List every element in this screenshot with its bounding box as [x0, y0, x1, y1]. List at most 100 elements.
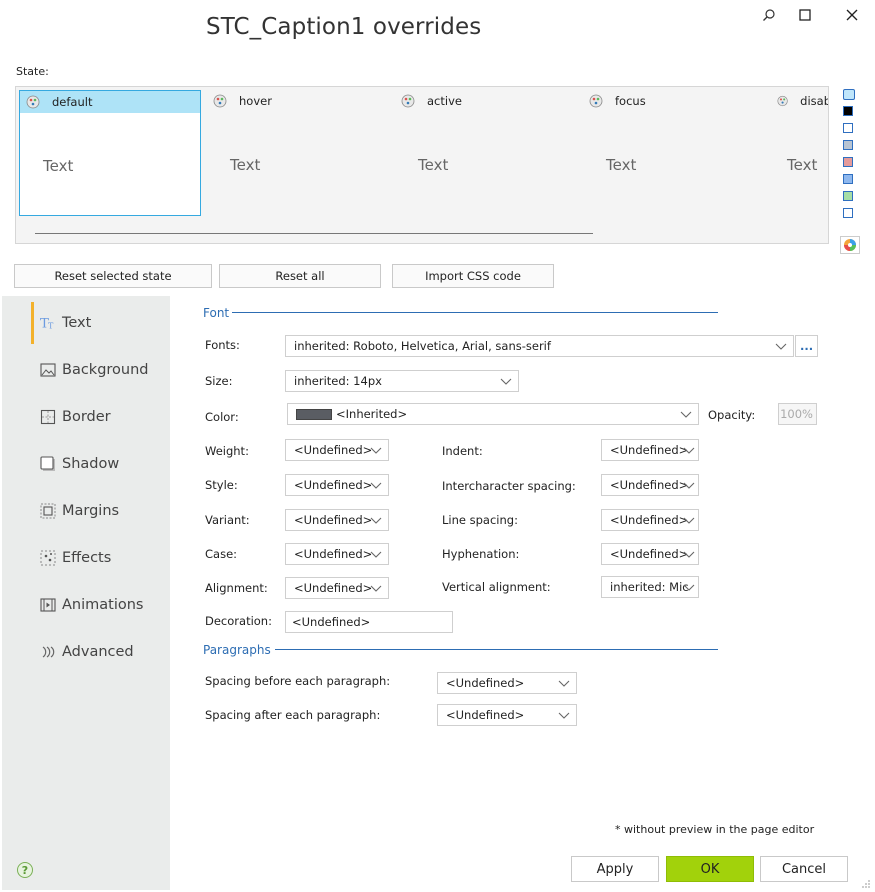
chevron-down-icon [370, 585, 382, 592]
sidebar-item-text[interactable]: TT Text [40, 315, 91, 331]
palette-icon [589, 94, 603, 108]
svg-text:T: T [48, 321, 54, 330]
chevron-down-icon [370, 551, 382, 558]
chevron-down-icon [680, 411, 692, 418]
state-list: default Text hover Text active Text focu… [15, 86, 829, 244]
weight-label: Weight: [205, 444, 249, 458]
shadow-icon [40, 456, 56, 472]
reset-selected-state-button[interactable]: Reset selected state [14, 264, 212, 288]
variant-label: Variant: [205, 513, 250, 527]
section-font-title: Font [203, 306, 230, 320]
reset-all-button[interactable]: Reset all [219, 264, 381, 288]
line-spacing-dropdown[interactable]: <Undefined> [601, 509, 699, 531]
sidebar: TT Text Background Border Shadow Margins… [2, 296, 170, 890]
section-font-divider [232, 312, 718, 313]
horizontal-scrollbar[interactable] [35, 233, 593, 234]
sidebar-item-background[interactable]: Background [40, 362, 149, 378]
ok-button[interactable]: OK [666, 856, 754, 882]
sidebar-item-label: Border [62, 409, 111, 425]
sidebar-item-label: Advanced [62, 644, 134, 660]
state-card-disabled[interactable]: disab Text [771, 90, 829, 216]
hyphenation-dropdown[interactable]: <Undefined> [601, 543, 699, 565]
size-value: inherited: 14px [294, 374, 382, 388]
section-paragraphs-divider [275, 649, 718, 650]
chevron-down-icon [775, 343, 787, 350]
swatch-red[interactable] [843, 157, 853, 167]
sidebar-item-label: Animations [62, 597, 144, 613]
state-sample-text: Text [787, 156, 818, 174]
state-card-focus[interactable]: focus Text [583, 90, 765, 216]
sidebar-item-shadow[interactable]: Shadow [40, 456, 119, 472]
color-swatch [296, 408, 332, 420]
state-sample-text: Text [606, 156, 637, 174]
chevron-down-icon [683, 584, 695, 591]
spacing-before-dropdown[interactable]: <Undefined> [437, 672, 577, 694]
apply-button[interactable]: Apply [571, 856, 659, 882]
vertical-alignment-dropdown[interactable]: inherited: Mic [601, 576, 699, 598]
opacity-input[interactable]: 100% [778, 403, 817, 425]
sidebar-item-effects[interactable]: Effects [40, 550, 111, 566]
chevron-down-icon [683, 551, 695, 558]
hyphenation-value: <Undefined> [610, 547, 689, 561]
vertical-alignment-label: Vertical alignment: [442, 580, 551, 594]
opacity-label: Opacity: [708, 408, 756, 422]
sidebar-item-label: Margins [62, 503, 120, 519]
weight-dropdown[interactable]: <Undefined> [285, 439, 389, 461]
color-dropdown[interactable]: <Inherited> [287, 403, 699, 425]
hyphenation-label: Hyphenation: [442, 547, 520, 561]
close-icon[interactable] [839, 2, 865, 28]
fonts-more-button[interactable]: ... [795, 335, 818, 357]
size-label: Size: [205, 374, 233, 388]
sidebar-item-margins[interactable]: Margins [40, 503, 119, 519]
chevron-down-icon [370, 517, 382, 524]
alignment-value: <Undefined> [294, 581, 373, 595]
style-value: <Undefined> [294, 478, 373, 492]
style-dropdown[interactable]: <Undefined> [285, 474, 389, 496]
swatch-green[interactable] [843, 191, 853, 201]
cancel-button[interactable]: Cancel [760, 856, 848, 882]
resize-grip-icon[interactable] [861, 878, 871, 888]
swatch-gray[interactable] [843, 140, 853, 150]
swatch-selected[interactable] [843, 89, 855, 100]
sidebar-item-label: Shadow [62, 456, 120, 472]
state-sample-text: Text [230, 156, 261, 174]
state-name: disab [800, 94, 829, 108]
fonts-dropdown[interactable]: inherited: Roboto, Helvetica, Arial, san… [285, 335, 794, 357]
state-card-hover[interactable]: hover Text [207, 90, 389, 216]
palette-icon [213, 94, 227, 108]
sidebar-item-animations[interactable]: Animations [40, 597, 143, 613]
spacing-after-value: <Undefined> [446, 708, 525, 722]
state-card-default[interactable]: default Text [19, 90, 201, 216]
window-title: STC_Caption1 overrides [206, 14, 482, 40]
size-dropdown[interactable]: inherited: 14px [285, 370, 519, 392]
sidebar-item-advanced[interactable]: Advanced [40, 644, 134, 660]
variant-value: <Undefined> [294, 513, 373, 527]
intercharacter-spacing-dropdown[interactable]: <Undefined> [601, 474, 699, 496]
import-css-button[interactable]: Import CSS code [392, 264, 554, 288]
swatch-black[interactable] [843, 106, 853, 116]
color-wheel-icon[interactable] [840, 236, 860, 254]
search-icon[interactable] [756, 2, 782, 28]
maximize-icon[interactable] [792, 2, 818, 28]
image-icon [40, 362, 56, 378]
alignment-dropdown[interactable]: <Undefined> [285, 577, 389, 599]
sidebar-item-label: Background [62, 362, 149, 378]
spacing-after-label: Spacing after each paragraph: [205, 708, 381, 722]
variant-dropdown[interactable]: <Undefined> [285, 509, 389, 531]
border-icon [40, 409, 56, 425]
swatch-empty[interactable] [843, 208, 853, 218]
state-card-active[interactable]: active Text [395, 90, 577, 216]
case-dropdown[interactable]: <Undefined> [285, 543, 389, 565]
decoration-input[interactable]: <Undefined> [285, 611, 453, 633]
chevron-down-icon [500, 378, 512, 385]
indent-value: <Undefined> [610, 443, 689, 457]
state-name: active [427, 94, 462, 108]
help-icon[interactable]: ? [17, 862, 33, 878]
text-icon: TT [40, 315, 56, 331]
spacing-after-dropdown[interactable]: <Undefined> [437, 704, 577, 726]
swatch-white[interactable] [843, 123, 853, 133]
swatch-blue[interactable] [843, 174, 853, 184]
sidebar-item-border[interactable]: Border [40, 409, 111, 425]
fonts-label: Fonts: [205, 338, 240, 352]
indent-dropdown[interactable]: <Undefined> [601, 439, 699, 461]
